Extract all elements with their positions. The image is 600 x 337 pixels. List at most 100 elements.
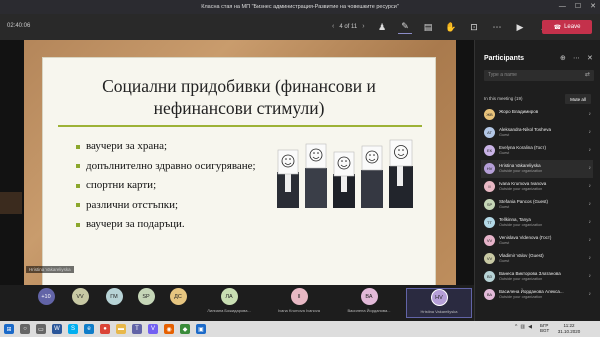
raise-hand-icon[interactable]: ✋ xyxy=(444,20,458,34)
avatar: AT xyxy=(484,127,495,138)
previous-slide-icon[interactable]: ‹ xyxy=(332,23,334,30)
leave-button[interactable]: ☎ Leave xyxy=(542,20,592,34)
chevron-up-icon[interactable]: ^ xyxy=(515,324,517,330)
participant-tile[interactable]: ДС xyxy=(168,288,188,318)
avatar: VV xyxy=(484,235,495,246)
search-icon[interactable]: ○ xyxy=(20,324,30,334)
participant-row[interactable]: HV Hristina Vakareliyska Outside your or… xyxy=(481,160,593,178)
network-icon[interactable]: ▥ xyxy=(520,324,525,330)
mute-all-button[interactable]: Mute all xyxy=(565,94,591,104)
meeting-timer: 02:40:06 xyxy=(7,23,31,29)
avatar: ЖВ xyxy=(484,109,495,120)
avatar: SP xyxy=(137,288,155,305)
participant-tile[interactable]: ВА Василена Йорданова... xyxy=(336,288,402,318)
avatar: II xyxy=(290,288,308,305)
slide-counter: 4 of 11 xyxy=(339,23,358,30)
bullet-item: ваучери за подаръци. xyxy=(76,215,256,235)
camera-icon[interactable]: ▶ xyxy=(513,20,527,34)
edge-icon[interactable]: e xyxy=(84,324,94,334)
shared-content-stage: Социални придобивки (финансови и нефинан… xyxy=(0,40,474,308)
pen-icon[interactable]: ✎ xyxy=(398,20,412,34)
avatar: VV xyxy=(71,288,89,305)
slide-title-line-2: нефинансови стимули) xyxy=(153,98,325,118)
participant-row[interactable]: ЖВ Жоро Владимиров ♪ xyxy=(481,106,593,124)
avatar: ВА xyxy=(484,289,495,300)
participant-row[interactable]: VV Venislava Videnova (Гост) Guest ♪ xyxy=(481,232,593,250)
in-meeting-header[interactable]: In this meeting (19) xyxy=(484,96,523,101)
slide-title: Социални придобивки (финансови и нефинан… xyxy=(43,75,435,119)
participant-row[interactable]: ВЗ Ванеса Викторова Златанова Outside yo… xyxy=(481,268,593,286)
mic-icon: ♪ xyxy=(588,165,592,171)
mic-icon: ♪ xyxy=(588,255,592,261)
maximize-icon[interactable]: ☐ xyxy=(575,2,581,11)
viber-icon[interactable]: V xyxy=(148,324,158,334)
avatar: ВА xyxy=(360,288,378,305)
mic-icon: ♪ xyxy=(588,237,592,243)
avatar: HV xyxy=(430,289,448,306)
language-indicator[interactable]: БГР BGT xyxy=(540,323,549,333)
phone-icon: ☎ xyxy=(553,24,562,31)
overflow-participants-tile[interactable]: +10 xyxy=(36,288,56,318)
avatar: II xyxy=(484,181,495,192)
participant-row[interactable]: ЕК Evelyna Koralina (Гост) Guest ♪ xyxy=(481,142,593,160)
next-slide-icon[interactable]: › xyxy=(362,23,364,30)
firefox-icon[interactable]: ◉ xyxy=(164,324,174,334)
app-icon[interactable]: ◆ xyxy=(180,324,190,334)
participant-status: Guest xyxy=(499,205,510,209)
participant-tile[interactable]: ГМ xyxy=(104,288,124,318)
participant-row[interactable]: TT Tellkinna, Tanya Outside your organiz… xyxy=(481,214,593,232)
share-link-icon[interactable]: ⋯ xyxy=(573,54,580,62)
participant-row[interactable]: SP Stefania Pancos (Guest) Guest ♪ xyxy=(481,196,593,214)
participant-tile[interactable]: II Ivana Krumova Ivanova xyxy=(266,288,332,318)
volume-icon[interactable]: ◀ xyxy=(528,324,532,330)
close-icon[interactable]: ✕ xyxy=(590,2,596,11)
participant-name: Лилиана Божидарова... xyxy=(207,308,251,313)
participants-icon[interactable]: ♟ xyxy=(375,20,389,34)
bullet-item: ваучери за храна; xyxy=(76,137,256,157)
participant-tile[interactable]: ЛА Лилиана Божидарова... xyxy=(196,288,262,318)
windows-taskbar: ⊞ ○ ▭ W S e ● ▬ T V ◉ ◆ ▣ ^ ▥ ◀ БГР BGT … xyxy=(0,321,600,337)
system-tray[interactable]: ^ ▥ ◀ xyxy=(515,324,532,330)
participant-name: Hristina Vakareliyska xyxy=(420,309,458,314)
participant-tile[interactable]: VV xyxy=(70,288,90,318)
windows-start-icon[interactable]: ⊞ xyxy=(4,324,14,334)
bullet-item: различни отстъпки; xyxy=(76,196,256,216)
add-people-icon[interactable]: ⊕ xyxy=(560,54,566,62)
participant-name: Stefania Pancos (Guest) xyxy=(499,199,549,204)
participant-row[interactable]: II Ivana Krumova Ivanova Outside your or… xyxy=(481,178,593,196)
participant-row[interactable]: ВА Василена Йорданова Алекса... Outside … xyxy=(481,286,593,304)
mic-icon: ♪ xyxy=(588,201,592,207)
window-titlebar: Класна стая на МП "Бизнес администрация-… xyxy=(0,0,600,14)
mic-icon: ♪ xyxy=(588,147,592,153)
avatar: HV xyxy=(484,163,495,174)
share-invite-icon[interactable]: ⇄ xyxy=(585,71,590,78)
skype-icon[interactable]: S xyxy=(68,324,78,334)
participant-row[interactable]: AT Aleksandra-Nikol Tosheva Guest ♪ xyxy=(481,124,593,142)
participant-tile[interactable]: SP xyxy=(136,288,156,318)
mic-icon: ♪ xyxy=(588,273,592,279)
participant-strip: +10 VV ГМ SP ДС ЛА Лилиана Божидарова...… xyxy=(0,285,474,321)
breakout-rooms-icon[interactable]: ⊡ xyxy=(467,20,481,34)
taskbar-clock[interactable]: 11:22 31.10.2020 xyxy=(556,323,582,335)
active-speaker-tile[interactable]: HV Hristina Vakareliyska xyxy=(406,288,472,318)
chat-icon[interactable]: ▤ xyxy=(421,20,435,34)
participant-name: Evelyna Koralina (Гост) xyxy=(499,145,546,150)
minimize-icon[interactable]: — xyxy=(559,2,566,11)
participant-row[interactable]: VV Vladimir Valov (Guest) Guest ♪ xyxy=(481,250,593,268)
participant-name: Tellkinna, Tanya xyxy=(499,217,531,222)
avatar: ДС xyxy=(169,288,187,305)
participant-name: Vladimir Valov (Guest) xyxy=(499,253,544,258)
chrome-icon[interactable]: ● xyxy=(100,324,110,334)
close-panel-icon[interactable]: ✕ xyxy=(587,54,593,62)
store-icon[interactable]: ▣ xyxy=(196,324,206,334)
avatar: ЕК xyxy=(484,145,495,156)
bullet-icon xyxy=(76,203,80,208)
task-view-icon[interactable]: ▭ xyxy=(36,324,46,334)
avatar: VV xyxy=(484,253,495,264)
word-icon[interactable]: W xyxy=(52,324,62,334)
teams-icon[interactable]: T xyxy=(132,324,142,334)
folder-icon[interactable]: ▬ xyxy=(116,324,126,334)
more-options-icon[interactable]: ⋯ xyxy=(490,20,504,34)
bullet-icon xyxy=(76,222,80,227)
participant-search-input[interactable]: Type a name ⇄ xyxy=(484,70,594,81)
